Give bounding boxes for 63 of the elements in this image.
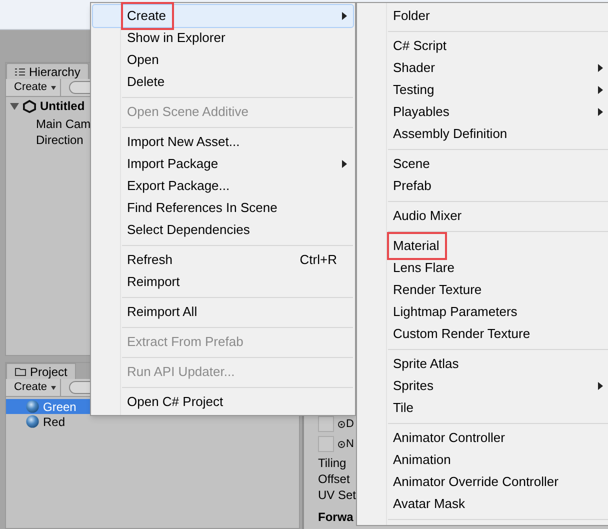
menu-item[interactable]: Avatar Mask	[359, 493, 608, 515]
menu-item[interactable]: Animation	[359, 449, 608, 471]
list-icon	[15, 68, 25, 76]
menu-item[interactable]: Playables	[359, 101, 608, 123]
expand-arrow-icon[interactable]	[10, 102, 19, 110]
menu-item[interactable]: Animator Controller	[359, 427, 608, 449]
menu-item[interactable]: Scene	[359, 153, 608, 175]
target-icon	[338, 420, 345, 428]
create-dropdown[interactable]: Create	[10, 79, 62, 96]
menu-item[interactable]: Create	[93, 5, 353, 27]
property-label: UV Set	[318, 487, 356, 502]
submenu-arrow-icon	[598, 64, 603, 72]
menu-item[interactable]: Sprite Atlas	[359, 353, 608, 375]
menu-item[interactable]: Tile	[359, 397, 608, 419]
menu-item[interactable]: Folder	[359, 5, 608, 27]
folder-icon	[15, 367, 26, 376]
property-label: Tiling	[318, 455, 346, 470]
unity-logo-icon	[23, 100, 36, 112]
menu-item[interactable]: Show in Explorer	[93, 27, 353, 49]
hierarchy-tab[interactable]: Hierarchy	[6, 63, 90, 79]
menu-item[interactable]: Find References In Scene	[93, 197, 353, 219]
menu-item[interactable]: Material	[359, 235, 608, 257]
menu-item[interactable]: Animator Override Controller	[359, 471, 608, 493]
submenu-arrow-icon	[598, 86, 603, 94]
section-title: Forwa	[318, 509, 354, 526]
menu-item[interactable]: Open	[93, 49, 353, 71]
sphere-icon	[26, 400, 39, 413]
submenu-arrow-icon	[598, 108, 603, 116]
menu-item[interactable]: Import New Asset...	[93, 131, 353, 153]
slot-label: D	[346, 416, 354, 432]
menu-item[interactable]: Prefab	[359, 175, 608, 197]
menu-item[interactable]: Select Dependencies	[93, 219, 353, 241]
submenu-arrow-icon	[342, 12, 347, 20]
menu-item[interactable]: Lens Flare	[359, 257, 608, 279]
menu-item[interactable]: Sprites	[359, 375, 608, 397]
sphere-icon	[26, 415, 39, 428]
property-label: Offset	[318, 471, 350, 486]
dropdown-arrow-icon	[51, 86, 56, 90]
menu-item[interactable]: Shader	[359, 57, 608, 79]
menu-item[interactable]: Custom Render Texture	[359, 323, 608, 345]
target-icon	[338, 440, 345, 448]
menu-item[interactable]: Reimport All	[93, 301, 353, 323]
menu-item[interactable]: Render Texture	[359, 279, 608, 301]
menu-item[interactable]: Open C# Project	[93, 391, 353, 413]
menu-item[interactable]: Refresh Ctrl+R	[93, 249, 353, 271]
project-tab[interactable]: Project	[6, 363, 76, 379]
submenu-arrow-icon	[598, 382, 603, 390]
menu-item[interactable]: Assembly Definition	[359, 123, 608, 145]
menu-item[interactable]: Testing	[359, 79, 608, 101]
menu-item[interactable]: Export Package...	[93, 175, 353, 197]
menu-item[interactable]: Import Package	[93, 153, 353, 175]
texture-slot[interactable]	[318, 416, 334, 432]
create-dropdown[interactable]: Create	[10, 379, 62, 396]
menu-item[interactable]: Delete	[93, 71, 353, 93]
menu-item[interactable]: Reimport	[93, 271, 353, 293]
slot-label: N	[346, 436, 354, 452]
scene-name[interactable]: Untitled	[40, 97, 85, 115]
menu-item[interactable]: Lightmap Parameters	[359, 301, 608, 323]
menu-item[interactable]: C# Script	[359, 35, 608, 57]
submenu-arrow-icon	[342, 160, 347, 168]
asset-item[interactable]: Red	[6, 414, 299, 429]
menu-item[interactable]: Audio Mixer	[359, 205, 608, 227]
dropdown-arrow-icon	[51, 386, 56, 390]
